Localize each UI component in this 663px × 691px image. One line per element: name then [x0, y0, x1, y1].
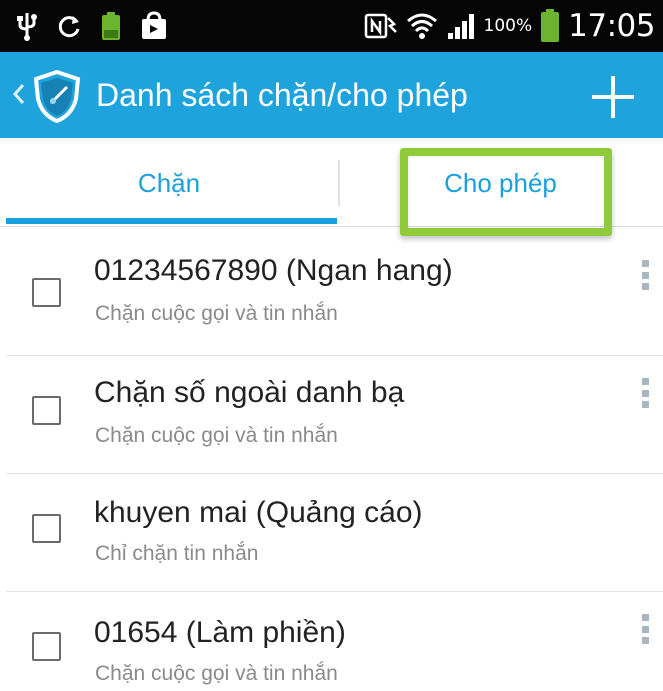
overflow-menu-icon[interactable]: [638, 378, 652, 408]
item-checkbox[interactable]: [32, 396, 61, 425]
item-subtitle: Chặn cuộc gọi và tin nhắn: [95, 302, 338, 325]
battery-small-icon: [102, 12, 120, 40]
tab-highlight-box: [400, 148, 612, 236]
item-subtitle: Chặn cuộc gọi và tin nhắn: [95, 662, 338, 685]
battery-percent: 100%: [483, 16, 533, 36]
add-icon[interactable]: [590, 74, 636, 120]
item-checkbox[interactable]: [32, 514, 61, 543]
item-title: 01234567890 (Ngan hang): [94, 254, 453, 287]
status-bar: 100% 17:05: [0, 0, 663, 52]
item-checkbox[interactable]: [32, 278, 61, 307]
list-item[interactable]: 01234567890 (Ngan hang) Chặn cuộc gọi và…: [0, 238, 663, 356]
item-title: 01654 (Làm phiền): [94, 616, 346, 649]
item-subtitle: Chỉ chặn tin nhắn: [95, 542, 259, 565]
status-left-icons: [16, 10, 168, 42]
status-right-icons: 100% 17:05: [364, 8, 655, 44]
item-title: khuyen mai (Quảng cáo): [94, 496, 423, 529]
overflow-menu-icon[interactable]: [638, 260, 652, 290]
item-subtitle: Chặn cuộc gọi và tin nhắn: [95, 424, 338, 447]
list-item[interactable]: 01654 (Làm phiền) Chặn cuộc gọi và tin n…: [0, 592, 663, 691]
shield-logo-icon[interactable]: [32, 69, 82, 123]
sync-icon: [58, 16, 80, 38]
overflow-menu-icon[interactable]: [638, 614, 652, 644]
usb-icon: [17, 13, 37, 41]
tab-block[interactable]: Chặn: [0, 138, 338, 228]
item-checkbox[interactable]: [32, 632, 61, 661]
list-item[interactable]: Chặn số ngoài danh bạ Chặn cuộc gọi và t…: [0, 356, 663, 474]
list-item[interactable]: khuyen mai (Quảng cáo) Chỉ chặn tin nhắn: [0, 474, 663, 592]
item-title: Chặn số ngoài danh bạ: [94, 376, 405, 409]
selected-tab-indicator: [6, 218, 337, 224]
action-bar: Danh sách chặn/cho phép: [0, 52, 663, 138]
block-list: 01234567890 (Ngan hang) Chặn cuộc gọi và…: [0, 238, 663, 691]
page-title: Danh sách chặn/cho phép: [96, 77, 468, 113]
tab-block-label: Chặn: [137, 167, 201, 198]
back-chevron-icon[interactable]: [12, 82, 26, 106]
clock: 17:05: [568, 8, 655, 44]
signal-icon: [447, 14, 474, 39]
battery-icon: [541, 9, 560, 42]
wifi-icon: [406, 13, 437, 39]
nfc-icon: [364, 13, 397, 39]
shopping-bag-icon: [142, 11, 166, 39]
